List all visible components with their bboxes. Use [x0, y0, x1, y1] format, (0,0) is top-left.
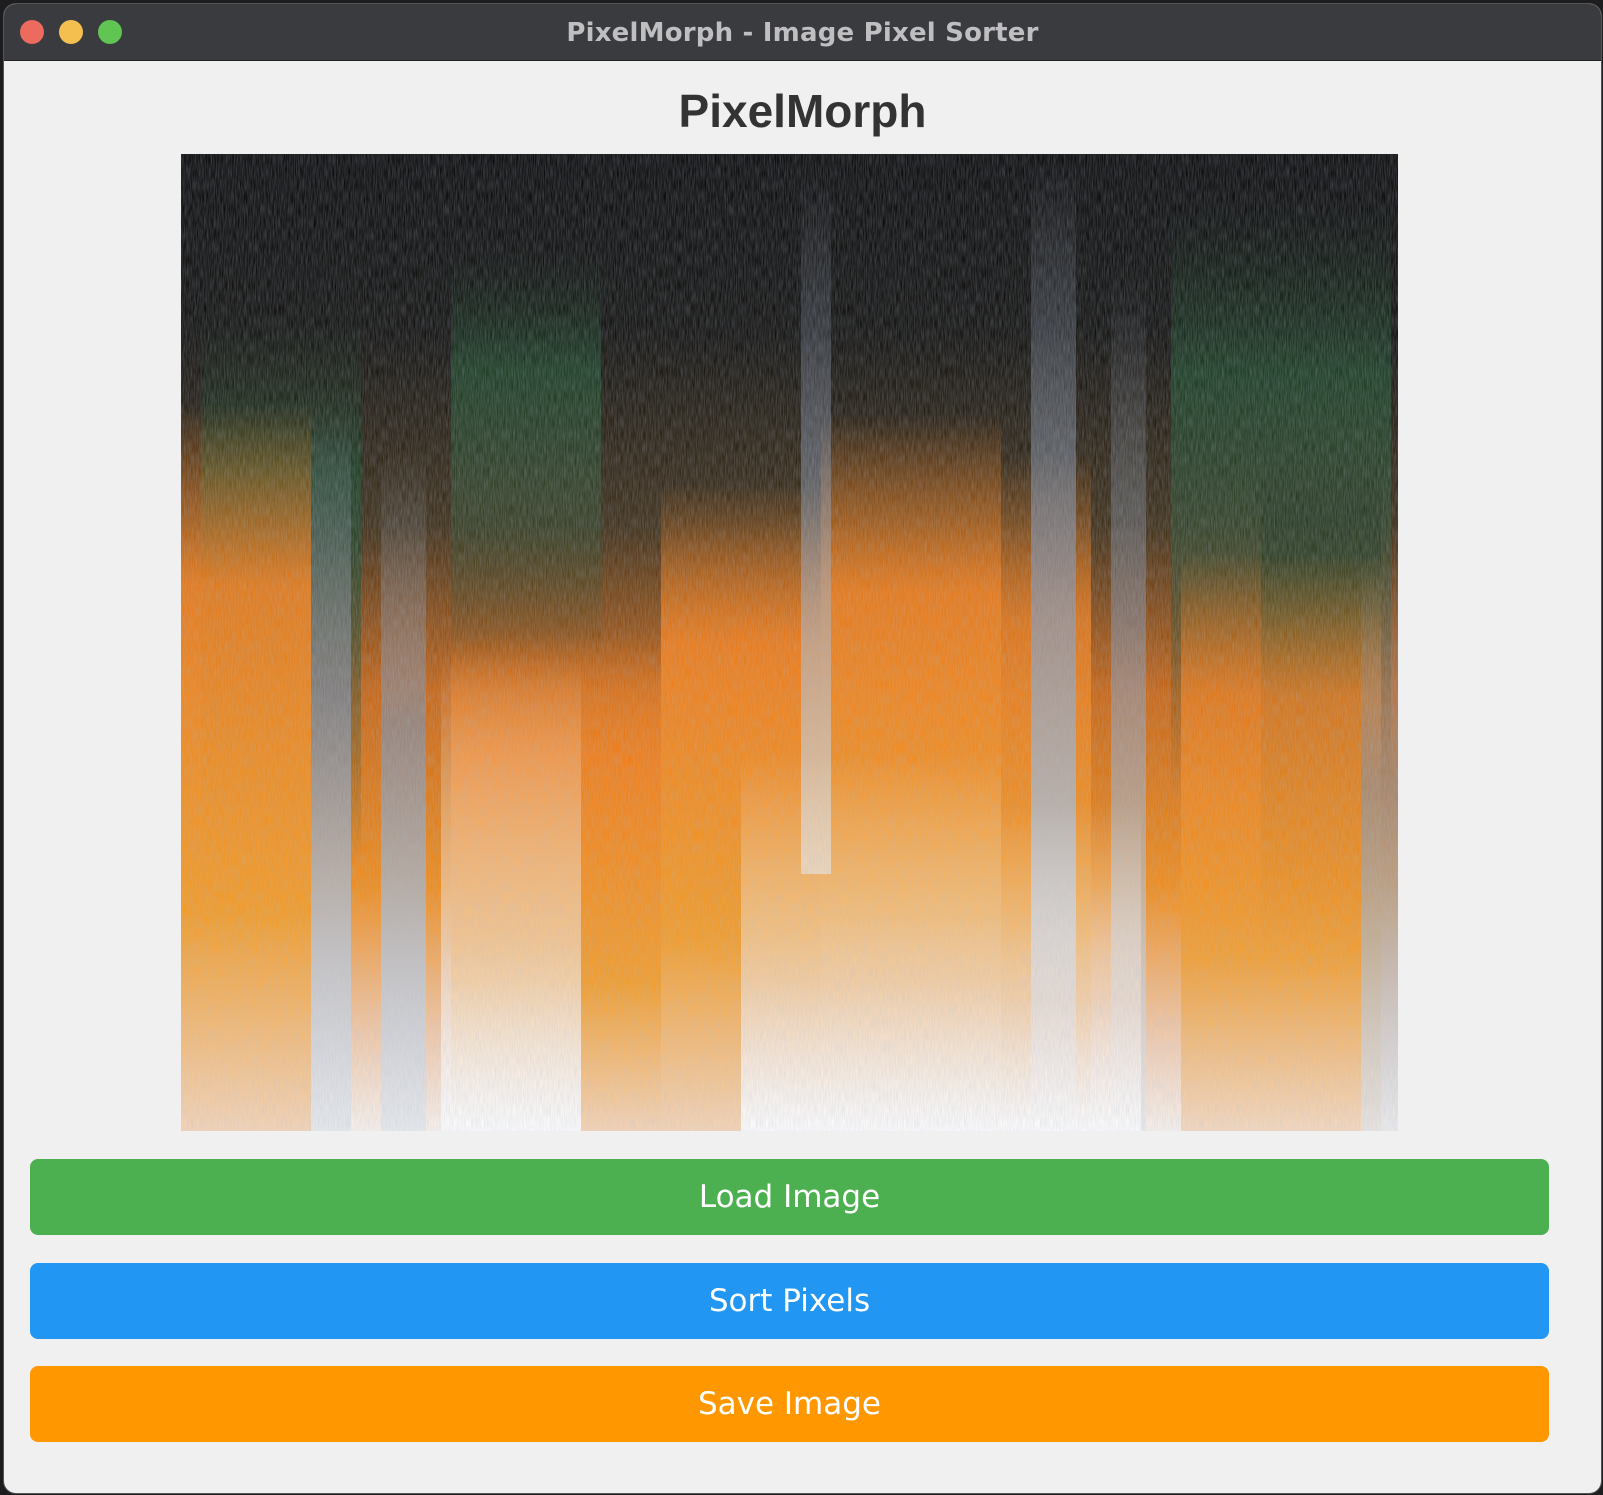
pixel-sorted-image — [181, 154, 1398, 1131]
window-title: PixelMorph - Image Pixel Sorter — [566, 18, 1039, 48]
save-image-button[interactable]: Save Image — [30, 1366, 1549, 1442]
title-bar: PixelMorph - Image Pixel Sorter — [4, 4, 1601, 61]
sort-pixels-button[interactable]: Sort Pixels — [30, 1263, 1549, 1339]
image-preview — [181, 154, 1398, 1131]
app-window: PixelMorph - Image Pixel Sorter PixelMor… — [4, 4, 1601, 1493]
app-heading: PixelMorph — [678, 85, 927, 137]
load-image-button[interactable]: Load Image — [30, 1159, 1549, 1235]
